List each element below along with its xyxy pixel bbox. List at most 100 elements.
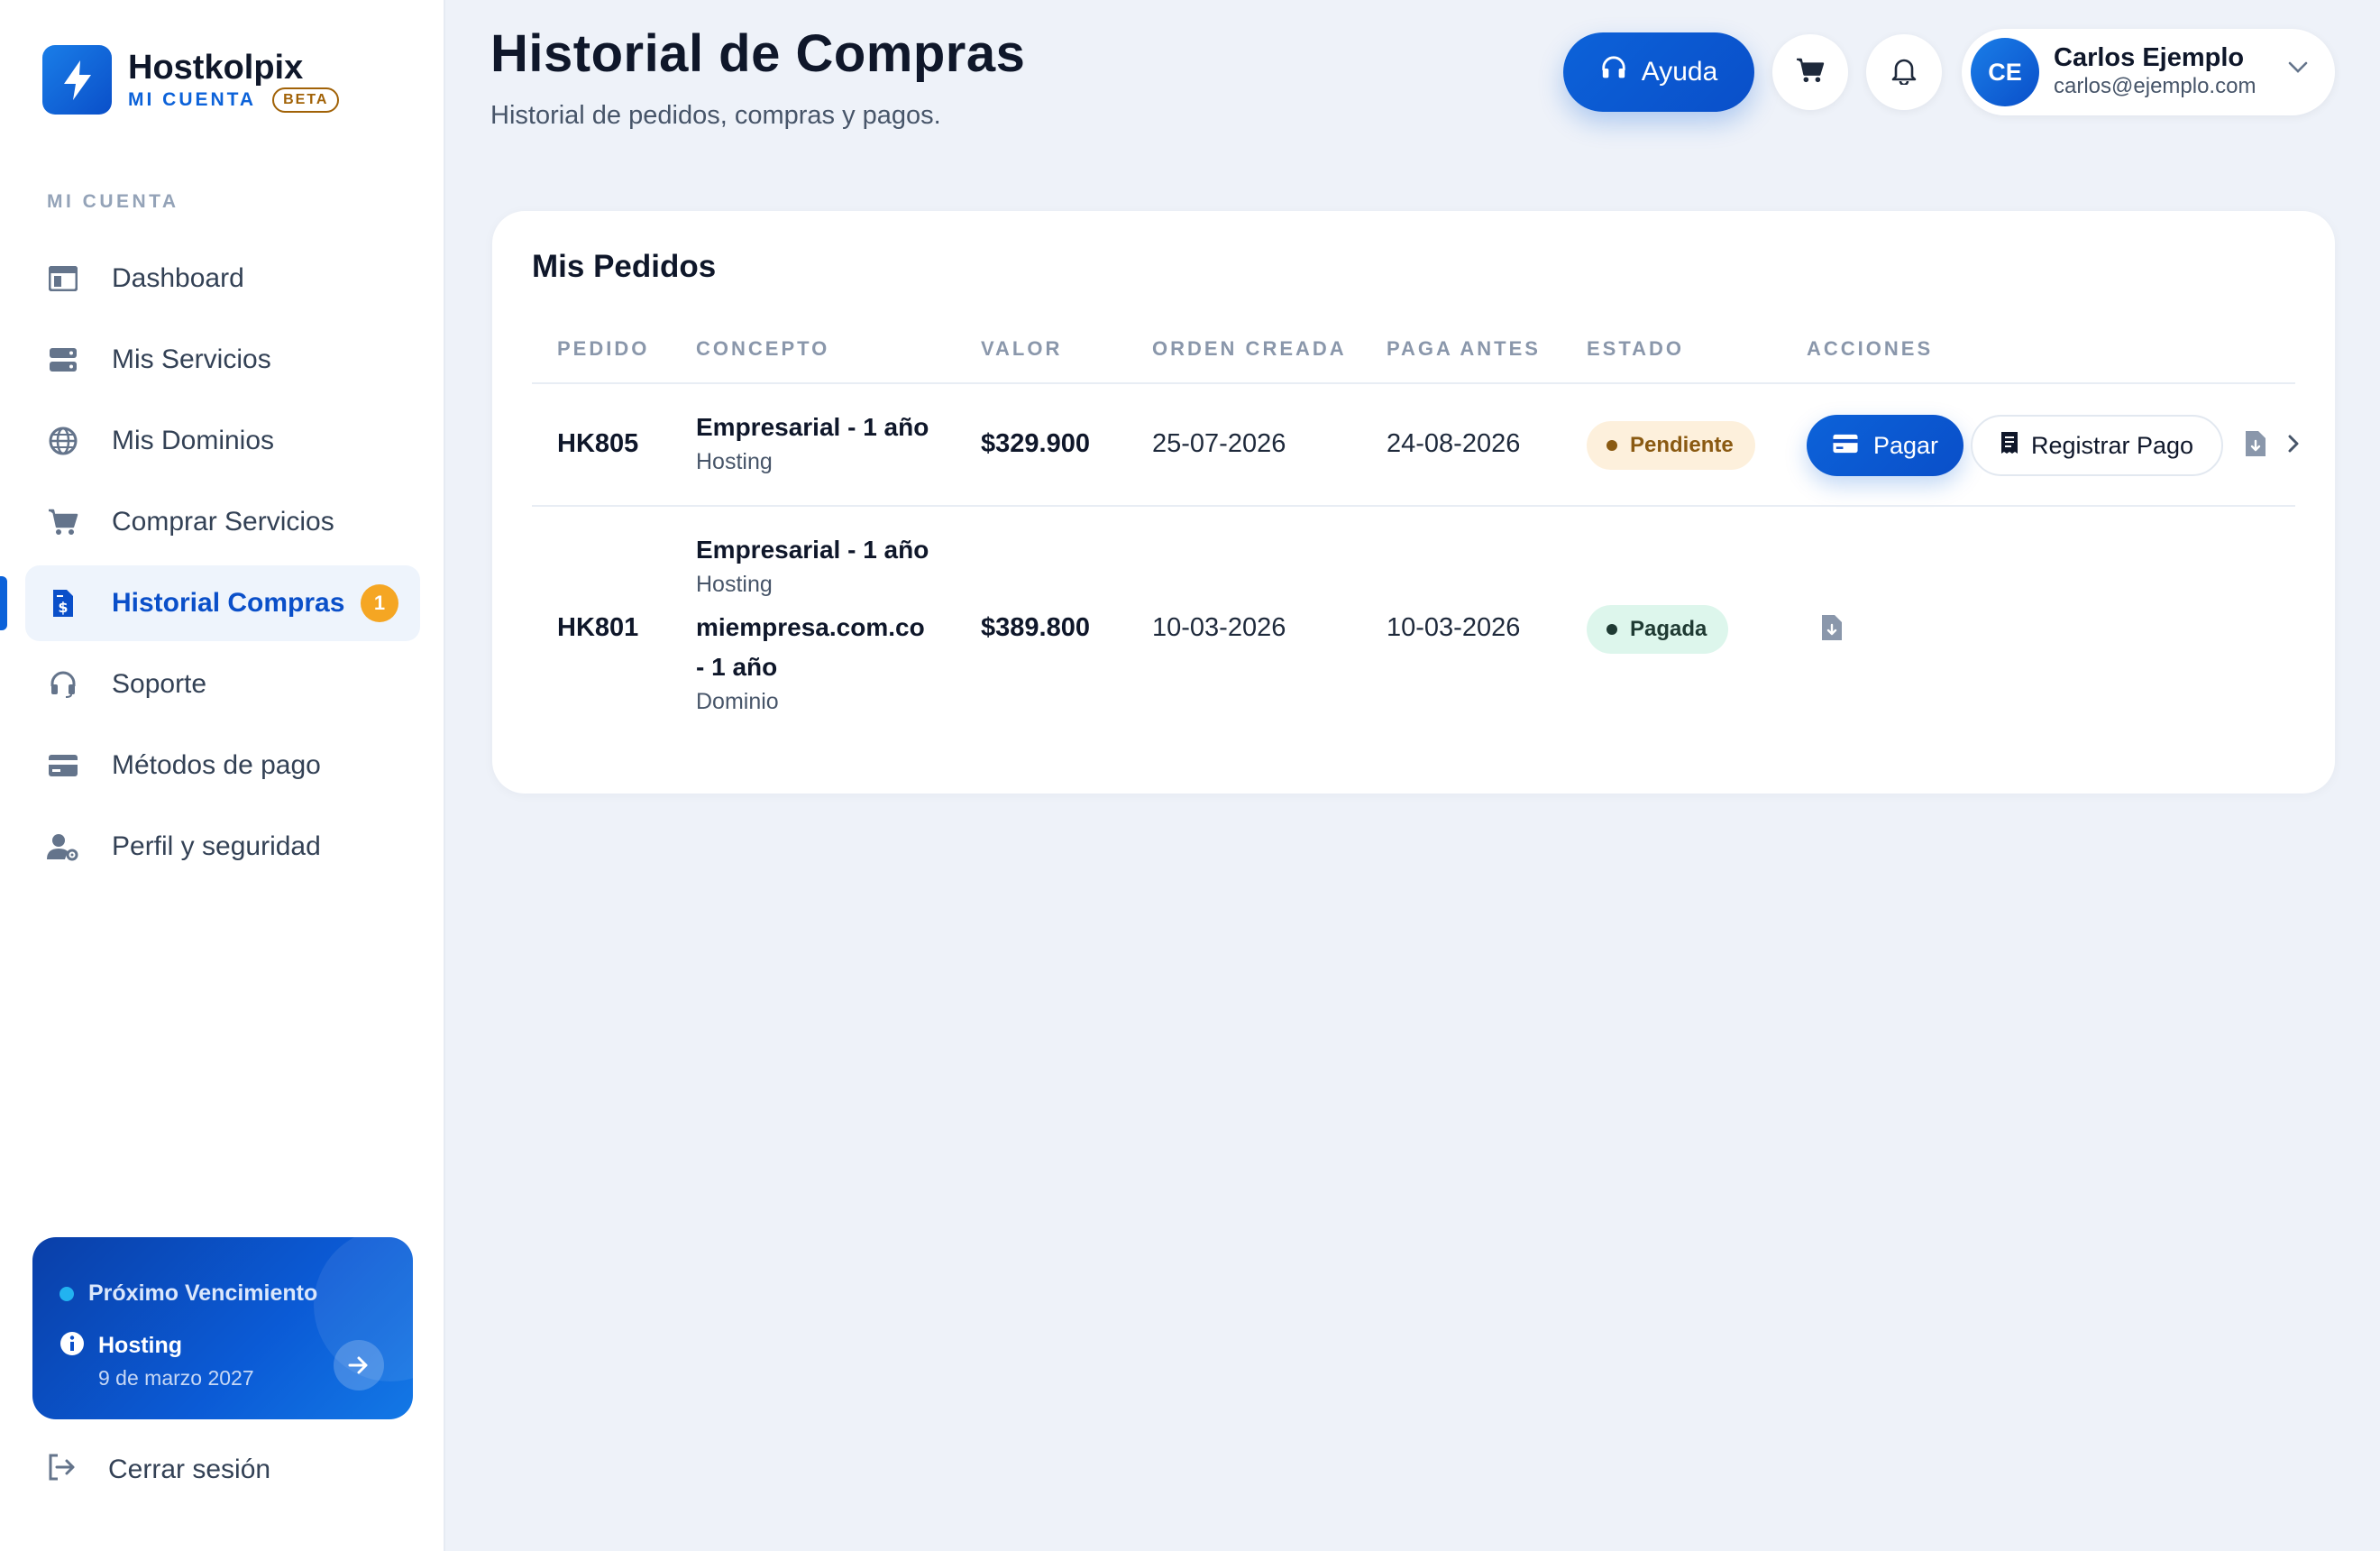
pay-button[interactable]: Pagar bbox=[1807, 415, 1964, 476]
sidebar: Hostkolpix MI CUENTA BETA MI CUENTA Dash… bbox=[0, 0, 445, 1551]
sidebar-item-purchase-history[interactable]: $ Historial Compras 1 bbox=[0, 565, 420, 641]
next-due-title: Próximo Vencimiento bbox=[88, 1280, 318, 1306]
table-divider bbox=[532, 505, 2295, 507]
status-badge: Pagada bbox=[1587, 605, 1729, 654]
logout-icon bbox=[47, 1454, 76, 1485]
cart-icon bbox=[1796, 58, 1825, 87]
order-id: HK805 bbox=[557, 429, 639, 458]
bell-icon bbox=[1891, 56, 1917, 89]
cart-icon bbox=[47, 506, 79, 538]
cart-button[interactable] bbox=[1772, 34, 1848, 110]
next-due-title-row: Próximo Vencimiento bbox=[60, 1280, 317, 1307]
notification-count-badge: 1 bbox=[361, 584, 398, 622]
order-due-date: 24-08-2026 bbox=[1387, 429, 1521, 458]
chevron-down-icon bbox=[2288, 61, 2308, 78]
next-due-date: 9 de marzo 2027 bbox=[98, 1366, 254, 1390]
headset-icon bbox=[47, 668, 79, 701]
orders-card-title: Mis Pedidos bbox=[532, 249, 717, 284]
headset-icon bbox=[1600, 55, 1627, 89]
concept-title: Empresarial - 1 año bbox=[696, 536, 929, 564]
pay-label: Pagar bbox=[1872, 431, 1939, 459]
concept-title: Empresarial - 1 año bbox=[696, 413, 929, 441]
sidebar-item-profile-security[interactable]: Perfil y seguridad bbox=[25, 809, 420, 885]
status-badge: Pendiente bbox=[1587, 421, 1755, 470]
status-label: Pagada bbox=[1630, 617, 1707, 641]
brand-subtitle: MI CUENTA bbox=[128, 88, 257, 110]
order-amount: $329.900 bbox=[981, 429, 1090, 458]
sidebar-item-support[interactable]: Soporte bbox=[25, 647, 420, 722]
avatar: CE bbox=[1971, 38, 2039, 106]
sidebar-item-label: Mis Servicios bbox=[112, 344, 271, 374]
register-payment-button[interactable]: Registrar Pago bbox=[1971, 415, 2223, 476]
sidebar-item-payment-methods[interactable]: Métodos de pago bbox=[25, 728, 420, 803]
invoice-dollar-icon: $ bbox=[47, 587, 79, 619]
column-header-amount: VALOR bbox=[981, 337, 1063, 360]
sidebar-item-services[interactable]: Mis Servicios bbox=[25, 322, 420, 398]
page-title: Historial de Compras bbox=[490, 24, 1026, 83]
nav-section-label: MI CUENTA bbox=[47, 191, 179, 212]
credit-card-icon bbox=[1832, 432, 1859, 460]
globe-icon bbox=[47, 425, 79, 457]
brand-name: Hostkolpix bbox=[128, 48, 304, 87]
sidebar-item-dashboard[interactable]: Dashboard bbox=[25, 241, 420, 317]
logout-label: Cerrar sesión bbox=[108, 1454, 271, 1484]
info-icon bbox=[60, 1331, 85, 1361]
next-due-service: Hosting bbox=[98, 1333, 183, 1358]
concept-title: miempresa.com.co bbox=[696, 613, 925, 641]
lightning-logo-icon bbox=[42, 45, 112, 115]
receipt-icon bbox=[2000, 431, 2018, 461]
next-due-card[interactable]: Próximo Vencimiento Hosting 9 de marzo 2… bbox=[32, 1237, 413, 1419]
column-header-status: ESTADO bbox=[1587, 337, 1685, 360]
table-divider bbox=[532, 382, 2295, 384]
user-name: Carlos Ejemplo bbox=[2054, 43, 2245, 72]
concept-type: Dominio bbox=[696, 689, 779, 714]
beta-badge: BETA bbox=[272, 87, 340, 113]
status-dot-icon bbox=[60, 1286, 74, 1301]
dashboard-icon bbox=[47, 262, 79, 295]
page-subtitle: Historial de pedidos, compras y pagos. bbox=[490, 101, 941, 130]
download-invoice-icon[interactable] bbox=[2245, 430, 2266, 462]
status-dot bbox=[1606, 440, 1617, 451]
sidebar-item-label: Perfil y seguridad bbox=[112, 831, 321, 861]
user-gear-icon bbox=[47, 831, 79, 863]
order-created-date: 25-07-2026 bbox=[1152, 429, 1286, 458]
concept-title-cont: - 1 año bbox=[696, 653, 778, 681]
sidebar-item-label: Soporte bbox=[112, 669, 207, 699]
logout-button[interactable]: Cerrar sesión bbox=[47, 1454, 270, 1485]
column-header-created: ORDEN CREADA bbox=[1152, 337, 1347, 360]
help-button[interactable]: Ayuda bbox=[1563, 32, 1754, 112]
column-header-actions: ACCIONES bbox=[1807, 337, 1934, 360]
sidebar-item-label: Historial Compras bbox=[112, 588, 345, 618]
order-created-date: 10-03-2026 bbox=[1152, 613, 1286, 642]
orders-card: Mis Pedidos PEDIDO CONCEPTO VALOR ORDEN … bbox=[492, 211, 2335, 794]
sidebar-item-buy-services[interactable]: Comprar Servicios bbox=[25, 484, 420, 560]
user-menu[interactable]: CE Carlos Ejemplo carlos@ejemplo.com bbox=[1962, 29, 2335, 115]
svg-text:$: $ bbox=[58, 599, 68, 616]
notifications-button[interactable] bbox=[1866, 34, 1942, 110]
order-concept: Empresarial - 1 año Hosting miempresa.co… bbox=[696, 530, 929, 716]
column-header-order: PEDIDO bbox=[557, 337, 650, 360]
register-payment-label: Registrar Pago bbox=[2030, 431, 2194, 459]
column-header-concept: CONCEPTO bbox=[696, 337, 830, 360]
status-dot bbox=[1606, 624, 1617, 635]
concept-type: Hosting bbox=[696, 449, 773, 474]
status-label: Pendiente bbox=[1630, 433, 1734, 457]
order-id: HK801 bbox=[557, 613, 639, 642]
arrow-right-icon[interactable] bbox=[334, 1340, 384, 1390]
user-email: carlos@ejemplo.com bbox=[2054, 74, 2256, 98]
order-due-date: 10-03-2026 bbox=[1387, 613, 1521, 642]
help-label: Ayuda bbox=[1641, 57, 1718, 87]
sidebar-nav: Dashboard Mis Servicios Mis Dominios Com… bbox=[0, 241, 420, 890]
chevron-right-icon[interactable] bbox=[2288, 433, 2299, 459]
sidebar-item-label: Mis Dominios bbox=[112, 426, 275, 455]
sidebar-item-label: Comprar Servicios bbox=[112, 507, 334, 537]
server-icon bbox=[47, 344, 79, 376]
column-header-due: PAGA ANTES bbox=[1387, 337, 1541, 360]
credit-card-icon bbox=[47, 749, 79, 782]
concept-type: Hosting bbox=[696, 572, 773, 597]
brand[interactable]: Hostkolpix MI CUENTA BETA bbox=[42, 45, 340, 115]
download-invoice-icon[interactable] bbox=[1821, 614, 1843, 646]
sidebar-item-label: Métodos de pago bbox=[112, 750, 321, 780]
sidebar-item-domains[interactable]: Mis Dominios bbox=[25, 403, 420, 479]
order-amount: $389.800 bbox=[981, 613, 1090, 642]
